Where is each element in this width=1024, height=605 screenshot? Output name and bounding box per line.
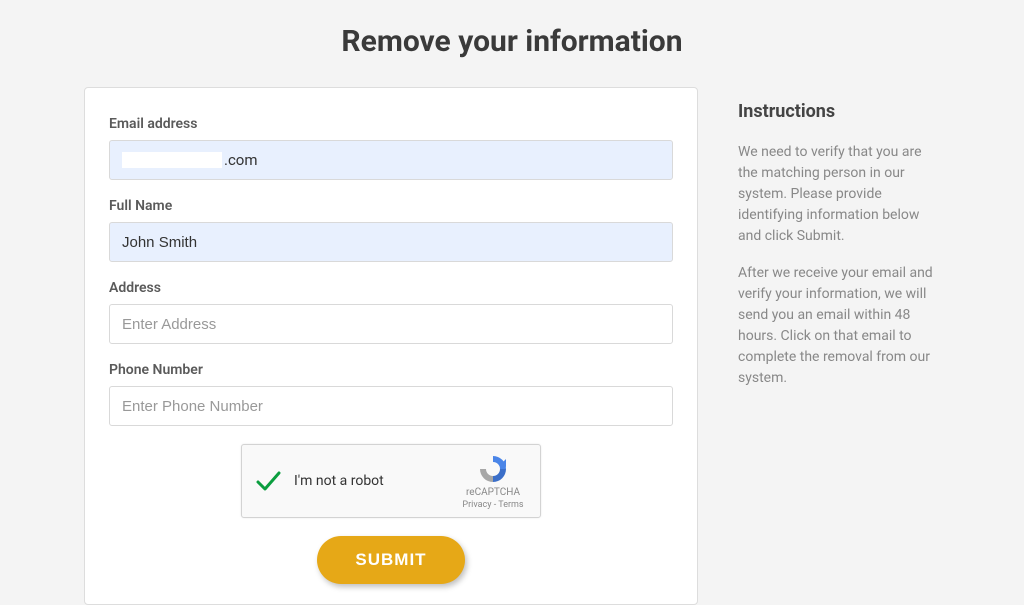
recaptcha-logo-icon xyxy=(477,453,509,485)
email-label: Email address xyxy=(109,116,673,132)
fullname-group: Full Name xyxy=(109,198,673,262)
submit-wrap: SUBMIT xyxy=(109,536,673,584)
fullname-field[interactable] xyxy=(109,222,673,262)
content-row: Email address .com Full Name Address Pho… xyxy=(0,87,1024,605)
fullname-label: Full Name xyxy=(109,198,673,214)
phone-field[interactable] xyxy=(109,386,673,426)
phone-label: Phone Number xyxy=(109,362,673,378)
instructions-title: Instructions xyxy=(738,101,940,122)
address-label: Address xyxy=(109,280,673,296)
email-field[interactable]: .com xyxy=(109,140,673,180)
email-group: Email address .com xyxy=(109,116,673,180)
recaptcha-privacy-link[interactable]: Privacy xyxy=(462,500,491,510)
form-card: Email address .com Full Name Address Pho… xyxy=(84,87,698,605)
instructions-sidebar: Instructions We need to verify that you … xyxy=(738,87,940,605)
email-redacted-part xyxy=(122,152,222,168)
recaptcha-terms-link[interactable]: Terms xyxy=(498,500,523,510)
submit-button[interactable]: SUBMIT xyxy=(317,536,464,584)
recaptcha-checkmark-icon xyxy=(254,467,282,495)
recaptcha-brand-name: reCAPTCHA xyxy=(466,487,520,498)
recaptcha-widget[interactable]: I'm not a robot reCAPTCHA Privacy - Term… xyxy=(241,444,541,518)
phone-group: Phone Number xyxy=(109,362,673,426)
recaptcha-label: I'm not a robot xyxy=(294,473,458,489)
address-group: Address xyxy=(109,280,673,344)
captcha-wrap: I'm not a robot reCAPTCHA Privacy - Term… xyxy=(109,444,673,518)
recaptcha-links: Privacy - Terms xyxy=(462,500,523,510)
instructions-paragraph-2: After we receive your email and verify y… xyxy=(738,263,940,389)
instructions-paragraph-1: We need to verify that you are the match… xyxy=(738,142,940,247)
email-value-suffix: .com xyxy=(224,151,258,169)
recaptcha-brand: reCAPTCHA Privacy - Terms xyxy=(458,453,528,510)
address-field[interactable] xyxy=(109,304,673,344)
page-title: Remove your information xyxy=(0,0,1024,87)
